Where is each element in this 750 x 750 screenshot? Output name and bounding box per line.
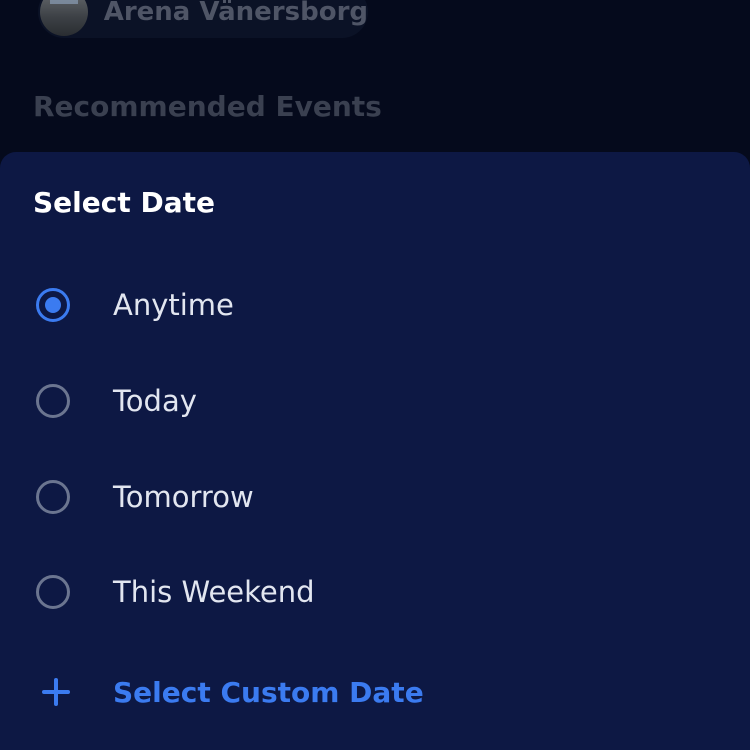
select-date-sheet: Select Date Anytime Today Tomorrow This …	[0, 152, 750, 750]
recommended-events-heading: Recommended Events	[33, 90, 382, 123]
plus-icon	[40, 676, 72, 708]
venue-name: Arena Vänersborg	[103, 0, 368, 27]
select-custom-date-button[interactable]: Select Custom Date	[0, 657, 750, 727]
option-label: Tomorrow	[113, 480, 254, 514]
radio-selected-icon[interactable]	[36, 288, 70, 322]
option-this-weekend[interactable]: This Weekend	[0, 552, 750, 632]
radio-unselected-icon[interactable]	[36, 575, 70, 609]
custom-date-label: Select Custom Date	[113, 675, 424, 709]
venue-thumbnail	[40, 0, 88, 36]
venue-chip[interactable]: Arena Vänersborg	[38, 0, 368, 38]
option-today[interactable]: Today	[0, 361, 750, 441]
option-label: Today	[113, 384, 197, 418]
radio-unselected-icon[interactable]	[36, 384, 70, 418]
sheet-title: Select Date	[33, 186, 215, 219]
option-label: This Weekend	[113, 575, 315, 609]
option-label: Anytime	[113, 288, 234, 322]
radio-unselected-icon[interactable]	[36, 480, 70, 514]
option-tomorrow[interactable]: Tomorrow	[0, 457, 750, 537]
page: Arena Vänersborg Recommended Events Sele…	[0, 0, 750, 750]
option-anytime[interactable]: Anytime	[0, 265, 750, 345]
